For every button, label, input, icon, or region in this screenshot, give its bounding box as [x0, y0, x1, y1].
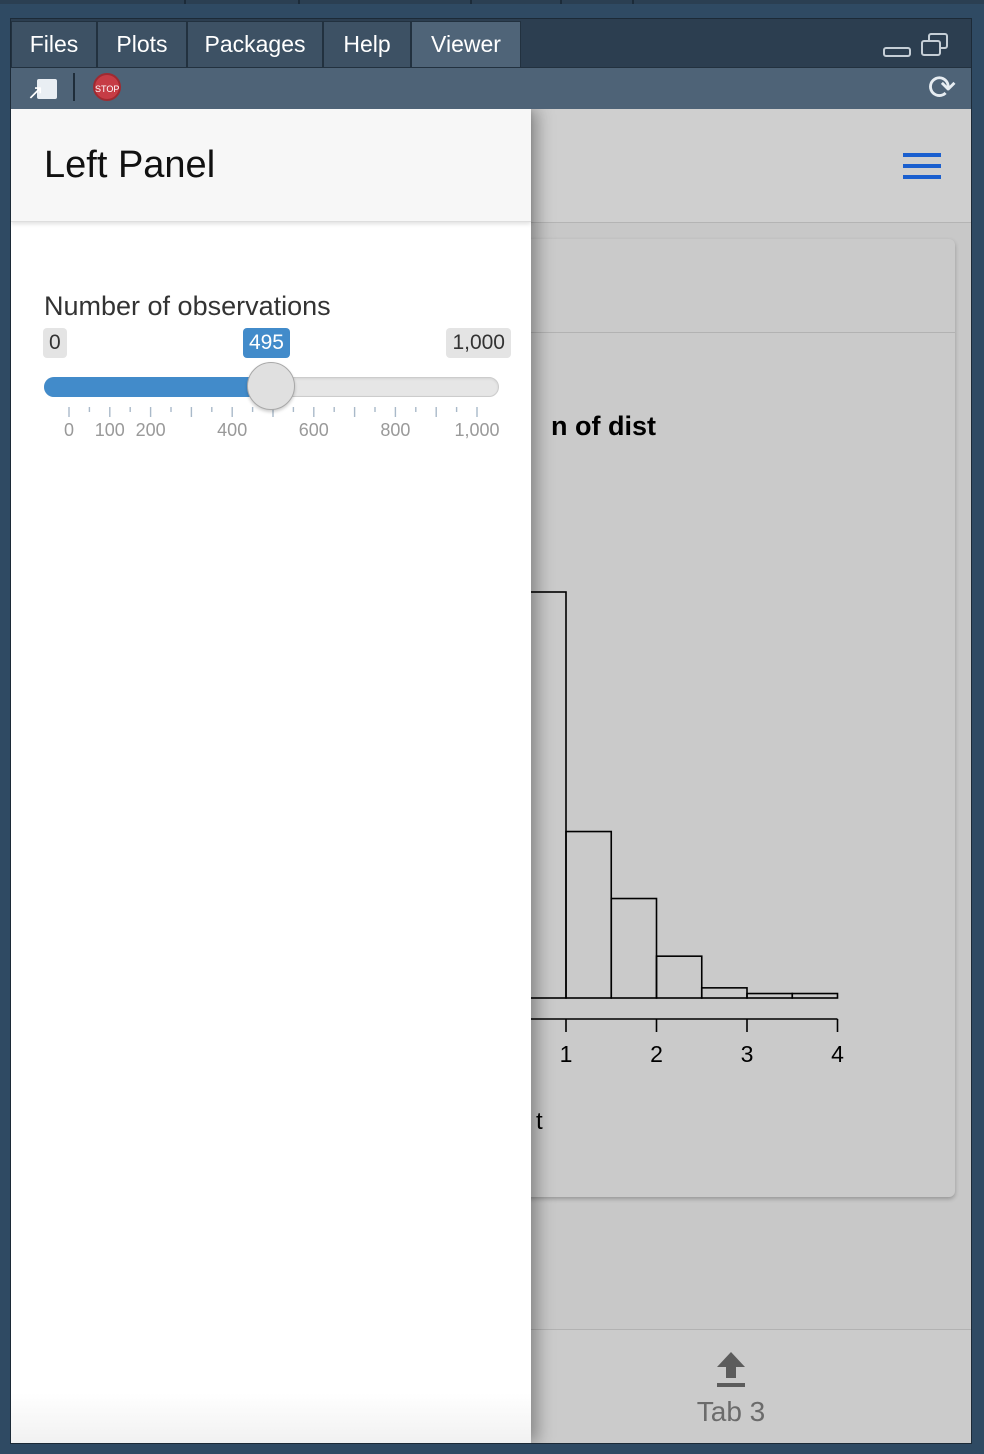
tab-help[interactable]: Help: [323, 21, 411, 67]
histogram-bar: [791, 992, 839, 999]
minimize-icon[interactable]: [883, 47, 911, 57]
chart-x-axis-label: t: [536, 1108, 543, 1135]
histogram-bar: [610, 897, 658, 999]
app-viewport: n of dist t 1 2 3 4 Tab 3 Left Panel Number…: [11, 109, 971, 1443]
maximize-icon[interactable]: [921, 33, 949, 57]
slider-grid-label: 100: [95, 420, 125, 440]
slider-grid-label: 600: [299, 420, 329, 440]
slider-handle[interactable]: [246, 362, 295, 410]
x-tick-label: 2: [650, 1041, 663, 1067]
stop-icon[interactable]: STOP: [93, 73, 121, 101]
chart-title: n of dist: [551, 411, 656, 441]
window-top-strip: [0, 0, 984, 4]
upload-icon: [717, 1352, 745, 1387]
slider-grid-label: 200: [136, 420, 166, 440]
histogram-bar: [700, 987, 748, 999]
histogram-bar: [655, 955, 703, 999]
slider-grid-label: 800: [380, 420, 410, 440]
tab-plots[interactable]: Plots: [97, 21, 187, 67]
toolbar-divider: [73, 73, 75, 101]
window-controls: [883, 33, 953, 61]
tab-viewer[interactable]: Viewer: [411, 21, 521, 67]
slider-grid-label: 0: [64, 420, 74, 440]
tab-packages[interactable]: Packages: [187, 21, 323, 67]
x-tick-label: 4: [831, 1041, 844, 1067]
viewer-pane: Files Plots Packages Help Viewer ↗ STOP …: [10, 18, 972, 1444]
slider-grid-label: 400: [217, 420, 247, 440]
histogram-bar: [746, 992, 794, 999]
x-tick-label: 1: [560, 1041, 573, 1067]
refresh-icon[interactable]: ⟳: [925, 70, 959, 106]
histogram-bar: [565, 830, 613, 999]
pane-tab-bar: Files Plots Packages Help Viewer: [11, 19, 971, 67]
tab-3-label: Tab 3: [696, 1396, 766, 1427]
tab-3[interactable]: Tab 3: [651, 1330, 811, 1443]
viewer-toolbar: ↗ STOP ⟳: [11, 67, 971, 109]
export-icon[interactable]: ↗: [27, 77, 59, 103]
slider-grid-label: 1,000: [454, 420, 499, 440]
tab-files[interactable]: Files: [11, 21, 97, 67]
left-panel-drawer: Left Panel Number of observations 0 1,00…: [11, 109, 531, 1443]
x-tick-label: 3: [741, 1041, 754, 1067]
panel-bottom-fade: [11, 1393, 531, 1443]
